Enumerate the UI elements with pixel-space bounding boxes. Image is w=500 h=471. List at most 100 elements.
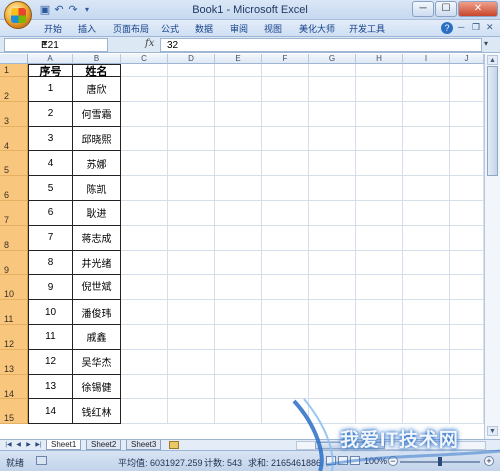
row-header-3[interactable]: 3 <box>0 101 28 127</box>
cell[interactable] <box>309 176 356 201</box>
cell[interactable] <box>262 300 309 325</box>
cell[interactable] <box>168 126 215 152</box>
index-cell[interactable]: 7 <box>28 225 73 251</box>
cell[interactable] <box>215 77 262 102</box>
cell[interactable] <box>356 374 403 400</box>
first-sheet-icon[interactable]: |◀ <box>4 441 13 450</box>
cell[interactable] <box>309 275 356 301</box>
cell[interactable] <box>168 77 215 102</box>
page-layout-view-icon[interactable] <box>338 456 348 465</box>
zoom-slider-thumb[interactable] <box>438 457 442 466</box>
scroll-up-icon[interactable]: ▲ <box>487 55 498 65</box>
index-cell[interactable]: 14 <box>28 399 73 425</box>
cell[interactable] <box>309 349 356 375</box>
column-header-d[interactable]: D <box>168 54 215 64</box>
cell[interactable] <box>356 77 403 102</box>
name-cell[interactable]: 陈凯 <box>73 176 121 201</box>
cell[interactable] <box>121 151 168 177</box>
page-break-view-icon[interactable] <box>350 456 360 465</box>
row-header-1[interactable]: 1 <box>0 64 28 77</box>
scroll-down-icon[interactable]: ▼ <box>487 426 498 436</box>
cell[interactable] <box>168 300 215 325</box>
cell[interactable] <box>168 275 215 301</box>
cell[interactable] <box>262 325 309 350</box>
cell[interactable] <box>450 77 484 102</box>
horizontal-scroll-thumb[interactable] <box>315 442 385 449</box>
tab-home[interactable]: 开始 <box>44 22 62 35</box>
cell[interactable] <box>309 225 356 251</box>
insert-sheet-icon[interactable] <box>169 441 179 449</box>
prev-sheet-icon[interactable]: ◀ <box>14 441 23 450</box>
close-button[interactable]: ✕ <box>458 1 498 17</box>
index-cell[interactable]: 11 <box>28 325 73 350</box>
horizontal-scrollbar[interactable] <box>296 441 486 450</box>
cell[interactable] <box>168 201 215 226</box>
tab-review[interactable]: 审阅 <box>230 22 248 35</box>
name-cell[interactable]: 井光绪 <box>73 250 121 276</box>
cell[interactable] <box>450 176 484 201</box>
cell[interactable] <box>356 275 403 301</box>
cell[interactable] <box>262 201 309 226</box>
cell[interactable] <box>121 64 168 77</box>
cell[interactable] <box>262 64 309 77</box>
cell[interactable] <box>262 349 309 375</box>
cell[interactable] <box>121 101 168 127</box>
cell[interactable] <box>262 126 309 152</box>
cell[interactable] <box>450 399 484 425</box>
cell[interactable] <box>356 250 403 276</box>
cell[interactable] <box>356 101 403 127</box>
row-header-14[interactable]: 14 <box>0 374 28 400</box>
cell[interactable] <box>309 151 356 177</box>
name-cell[interactable]: 吴华杰 <box>73 349 121 375</box>
index-cell[interactable]: 4 <box>28 151 73 177</box>
cell[interactable] <box>356 349 403 375</box>
cell[interactable] <box>121 300 168 325</box>
cell[interactable] <box>356 399 403 425</box>
cell[interactable] <box>121 250 168 276</box>
table-header-cell[interactable]: 姓名 <box>73 64 121 78</box>
cell[interactable] <box>403 64 450 77</box>
cell[interactable] <box>356 176 403 201</box>
cell[interactable] <box>403 225 450 251</box>
cell[interactable] <box>356 325 403 350</box>
cell[interactable] <box>168 399 215 425</box>
cell[interactable] <box>262 225 309 251</box>
cell[interactable] <box>403 126 450 152</box>
cell[interactable] <box>121 399 168 425</box>
row-header-7[interactable]: 7 <box>0 201 28 226</box>
name-cell[interactable]: 倪世斌 <box>73 275 121 301</box>
cell[interactable] <box>403 399 450 425</box>
index-cell[interactable]: 9 <box>28 275 73 301</box>
cell[interactable] <box>215 250 262 276</box>
cell[interactable] <box>450 250 484 276</box>
cell[interactable] <box>168 101 215 127</box>
cell[interactable] <box>121 374 168 400</box>
cell[interactable] <box>121 77 168 102</box>
cell[interactable] <box>450 275 484 301</box>
cell[interactable] <box>403 77 450 102</box>
cell[interactable] <box>121 201 168 226</box>
name-cell[interactable]: 戚鑫 <box>73 325 121 350</box>
vertical-scrollbar[interactable]: ▲ ▼ <box>484 54 500 439</box>
row-header-6[interactable]: 6 <box>0 176 28 201</box>
cell[interactable] <box>450 225 484 251</box>
ribbon-restore-button[interactable]: ❐ <box>472 22 480 33</box>
cell[interactable] <box>403 101 450 127</box>
column-header-f[interactable]: F <box>262 54 309 64</box>
vertical-scroll-thumb[interactable] <box>487 66 498 176</box>
column-header-g[interactable]: G <box>309 54 356 64</box>
cell[interactable] <box>168 250 215 276</box>
zoom-in-icon[interactable]: + <box>484 456 494 466</box>
index-cell[interactable]: 3 <box>28 126 73 152</box>
zoom-out-icon[interactable]: − <box>388 456 398 466</box>
cell[interactable] <box>215 399 262 425</box>
cell[interactable] <box>403 151 450 177</box>
column-header-j[interactable]: J <box>450 54 484 64</box>
cell[interactable] <box>356 300 403 325</box>
cell[interactable] <box>309 250 356 276</box>
cell[interactable] <box>403 176 450 201</box>
cell[interactable] <box>450 126 484 152</box>
chevron-down-icon[interactable]: ▼ <box>41 39 104 48</box>
row-header-11[interactable]: 11 <box>0 300 28 325</box>
cell[interactable] <box>121 325 168 350</box>
